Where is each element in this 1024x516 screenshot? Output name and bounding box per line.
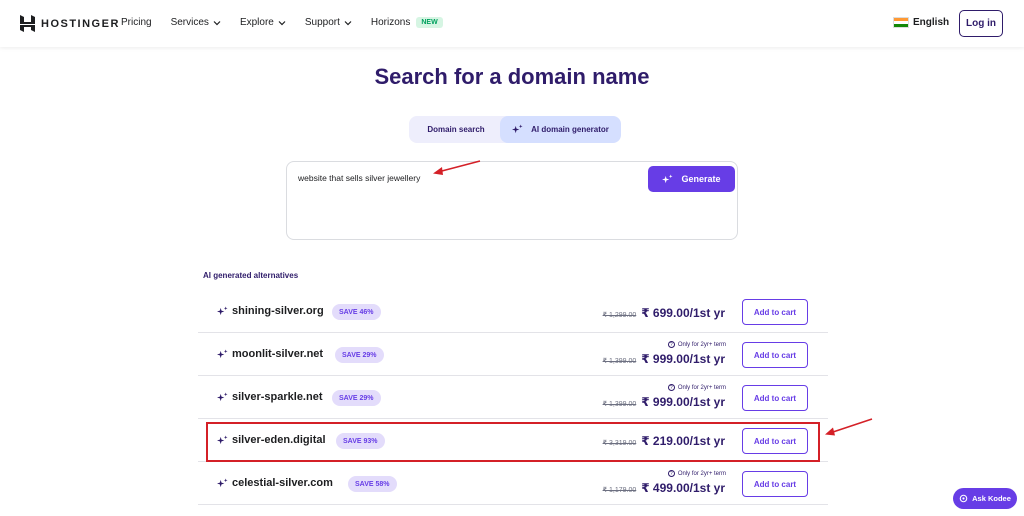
term-note-text: Only for 2yr+ term: [677, 470, 726, 477]
save-badge: SAVE 93%: [336, 433, 385, 449]
domain-name: shining-silver.org: [232, 305, 324, 317]
old-price: ₹ 3,319.00: [602, 440, 637, 447]
tab-ai-domain-generator[interactable]: AI domain generator: [500, 116, 621, 143]
sparkle-icon: [662, 173, 674, 183]
add-to-cart-button[interactable]: Add to cart: [742, 299, 808, 325]
price: ₹ 219.00/1st yr: [641, 434, 725, 448]
price-block: ₹ 3,319.00 ₹ 219.00/1st yr: [603, 434, 725, 448]
term-note: ? Only for 2yr+ term: [667, 470, 726, 477]
generate-button[interactable]: Generate: [648, 166, 735, 192]
ask-kodee-button[interactable]: Ask Kodee: [953, 488, 1017, 509]
top-header: HOSTINGER Pricing Services Explore Suppo…: [0, 0, 1024, 47]
login-button[interactable]: Log in: [959, 10, 1003, 37]
tab-domain-search-label: Domain search: [427, 125, 485, 134]
language-label: English: [913, 17, 950, 28]
india-flag-icon: [893, 17, 909, 28]
price-block: ₹ 1,179.00 ₹ 499.00/1st yr: [603, 481, 725, 495]
result-row: silver-sparkle.net SAVE 29% ? Only for 2…: [198, 376, 828, 419]
price: ₹ 499.00/1st yr: [641, 481, 725, 495]
page-title: Search for a domain name: [374, 64, 650, 89]
save-badge: SAVE 46%: [332, 304, 381, 320]
save-badge: SAVE 29%: [335, 347, 384, 363]
info-icon: ?: [667, 384, 675, 391]
nav-services[interactable]: Services: [171, 17, 221, 28]
term-note-text: Only for 2yr+ term: [677, 384, 726, 391]
price: ₹ 999.00/1st yr: [641, 395, 725, 409]
chevron-down-icon: [213, 20, 221, 25]
result-row: shining-silver.org SAVE 46% ₹ 1,299.00 ₹…: [198, 290, 828, 333]
old-price: ₹ 1,179.00: [602, 487, 637, 494]
old-price: ₹ 1,399.00: [602, 401, 637, 408]
ai-prompt-box: Generate: [286, 161, 738, 240]
add-to-cart-button[interactable]: Add to cart: [742, 428, 808, 454]
tab-ai-label: AI domain generator: [531, 125, 609, 134]
domain-name: celestial-silver.com: [232, 477, 333, 489]
nav-pricing[interactable]: Pricing: [121, 17, 152, 28]
hostinger-logo-icon: [20, 15, 35, 32]
kodee-icon: [959, 494, 968, 503]
nav-pricing-label: Pricing: [121, 17, 152, 28]
annotation-arrow-input: [433, 160, 481, 175]
sparkle-icon: [217, 349, 228, 359]
nav-support[interactable]: Support: [305, 17, 352, 28]
hostinger-logo[interactable]: HOSTINGER: [20, 15, 120, 32]
nav-horizons-label: Horizons: [370, 17, 411, 28]
result-row: moonlit-silver.net SAVE 29% ? Only for 2…: [198, 333, 828, 376]
term-note: ? Only for 2yr+ term: [667, 384, 726, 391]
add-to-cart-button[interactable]: Add to cart: [742, 385, 808, 411]
nav-support-label: Support: [304, 17, 340, 28]
result-row: celestial-silver.com SAVE 58% ? Only for…: [198, 462, 828, 505]
result-row-highlighted: silver-eden.digital SAVE 93% ₹ 3,319.00 …: [198, 419, 828, 462]
info-icon: ?: [667, 470, 675, 477]
logo-text: HOSTINGER: [41, 17, 120, 30]
save-badge: SAVE 58%: [348, 476, 397, 492]
sparkle-icon: [217, 392, 228, 402]
nav-explore[interactable]: Explore: [240, 17, 286, 28]
price: ₹ 699.00/1st yr: [641, 306, 725, 320]
add-to-cart-button[interactable]: Add to cart: [742, 471, 808, 497]
tab-domain-search[interactable]: Domain search: [413, 116, 499, 143]
old-price: ₹ 1,299.00: [602, 312, 637, 319]
ai-alternatives-heading: AI generated alternatives: [203, 271, 299, 280]
price-block: ₹ 1,399.00 ₹ 999.00/1st yr: [603, 395, 725, 409]
search-mode-tabs: Domain search AI domain generator: [409, 116, 621, 143]
price-block: ₹ 1,399.00 ₹ 999.00/1st yr: [603, 352, 725, 366]
nav-services-label: Services: [170, 17, 209, 28]
chevron-down-icon: [344, 20, 352, 25]
domain-name: silver-eden.digital: [232, 434, 326, 446]
term-note-text: Only for 2yr+ term: [677, 341, 726, 348]
old-price: ₹ 1,399.00: [602, 358, 637, 365]
sparkle-icon: [512, 124, 523, 134]
info-icon: ?: [667, 341, 675, 348]
generate-label: Generate: [681, 174, 721, 184]
language-selector[interactable]: English: [893, 17, 949, 28]
annotation-arrow-row: [825, 418, 873, 436]
nav-horizons[interactable]: Horizons NEW: [371, 17, 443, 28]
sparkle-icon: [217, 306, 228, 316]
domain-name: moonlit-silver.net: [232, 348, 324, 360]
main-nav: Pricing Services Explore Support Horizon…: [121, 17, 462, 28]
ask-kodee-label: Ask Kodee: [972, 494, 1011, 503]
price: ₹ 999.00/1st yr: [641, 352, 725, 366]
price-block: ₹ 1,299.00 ₹ 699.00/1st yr: [603, 306, 725, 320]
new-badge: NEW: [416, 17, 443, 28]
domain-name: silver-sparkle.net: [232, 391, 323, 403]
nav-explore-label: Explore: [239, 17, 274, 28]
save-badge: SAVE 29%: [332, 390, 381, 406]
term-note: ? Only for 2yr+ term: [667, 341, 726, 348]
sparkle-icon: [217, 435, 228, 445]
chevron-down-icon: [278, 20, 286, 25]
sparkle-icon: [217, 478, 228, 488]
add-to-cart-button[interactable]: Add to cart: [742, 342, 808, 368]
